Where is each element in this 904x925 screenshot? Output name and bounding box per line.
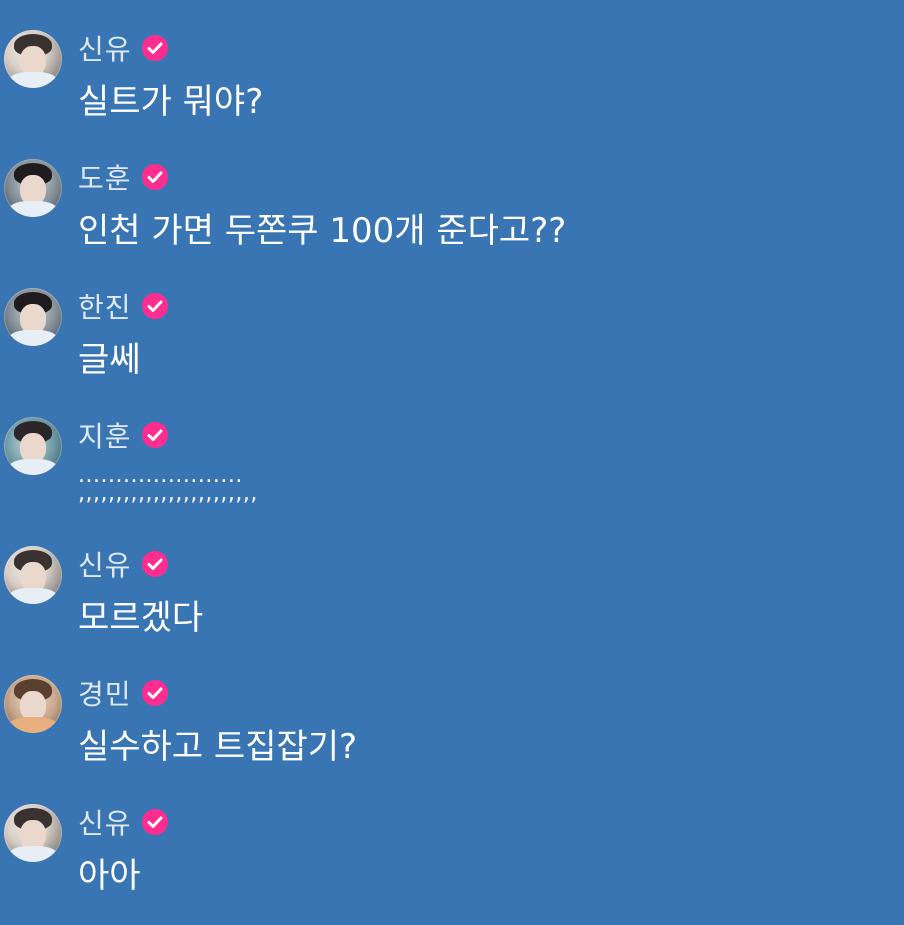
chat-message: 한진 글쎄: [0, 288, 904, 408]
chat-message: 도훈 인천 가면 두쫀쿠 100개 준다고??: [0, 159, 904, 279]
chat-message: 경민 실수하고 트집잡기?: [0, 675, 904, 795]
sender-row: 신유: [78, 804, 168, 840]
verified-check-icon: [141, 35, 168, 61]
avatar[interactable]: [4, 288, 62, 346]
avatar[interactable]: [4, 159, 62, 217]
avatar[interactable]: [4, 546, 62, 604]
chat-message: 지훈 ...................... ,,,,,,,,,,,,,,…: [0, 417, 904, 537]
avatar[interactable]: [4, 30, 62, 88]
message-text: 모르겠다: [78, 598, 204, 638]
message-text: 실트가 뭐야?: [78, 82, 264, 122]
verified-check-icon: [141, 809, 168, 835]
message-text: 글쎄: [78, 340, 141, 380]
sender-row: 도훈: [78, 159, 168, 195]
sender-row: 신유: [78, 30, 168, 66]
sender-row: 지훈: [78, 417, 168, 453]
verified-check-icon: [141, 164, 168, 190]
message-text-line: ,,,,,,,,,,,,,,,,,,,,,,,,: [78, 481, 258, 506]
sender-name[interactable]: 신유: [78, 544, 132, 584]
avatar[interactable]: [4, 417, 62, 475]
chat-message: 신유 아아: [0, 804, 904, 924]
verified-check-icon: [141, 680, 168, 706]
chat-message: 신유 모르겠다: [0, 546, 904, 666]
sender-name[interactable]: 경민: [78, 673, 132, 713]
sender-name[interactable]: 한진: [78, 286, 132, 326]
message-text: 아아: [78, 856, 141, 896]
message-text: ...................... ,,,,,,,,,,,,,,,,,…: [78, 465, 258, 506]
message-text: 실수하고 트집잡기?: [78, 727, 358, 767]
avatar[interactable]: [4, 675, 62, 733]
sender-name[interactable]: 도훈: [78, 157, 132, 197]
sender-row: 한진: [78, 288, 168, 324]
verified-check-icon: [141, 293, 168, 319]
sender-row: 신유: [78, 546, 168, 582]
verified-check-icon: [141, 422, 168, 448]
sender-name[interactable]: 신유: [78, 802, 132, 842]
chat-message-list: 신유 실트가 뭐야? 도훈 인천 가면 두쫀쿠 100개 준다고?? 한진 글쎄…: [0, 0, 904, 925]
chat-message: 신유 실트가 뭐야?: [0, 30, 904, 150]
message-text: 인천 가면 두쫀쿠 100개 준다고??: [78, 211, 567, 251]
avatar[interactable]: [4, 804, 62, 862]
sender-row: 경민: [78, 675, 168, 711]
sender-name[interactable]: 지훈: [78, 415, 132, 455]
verified-check-icon: [141, 551, 168, 577]
sender-name[interactable]: 신유: [78, 28, 132, 68]
